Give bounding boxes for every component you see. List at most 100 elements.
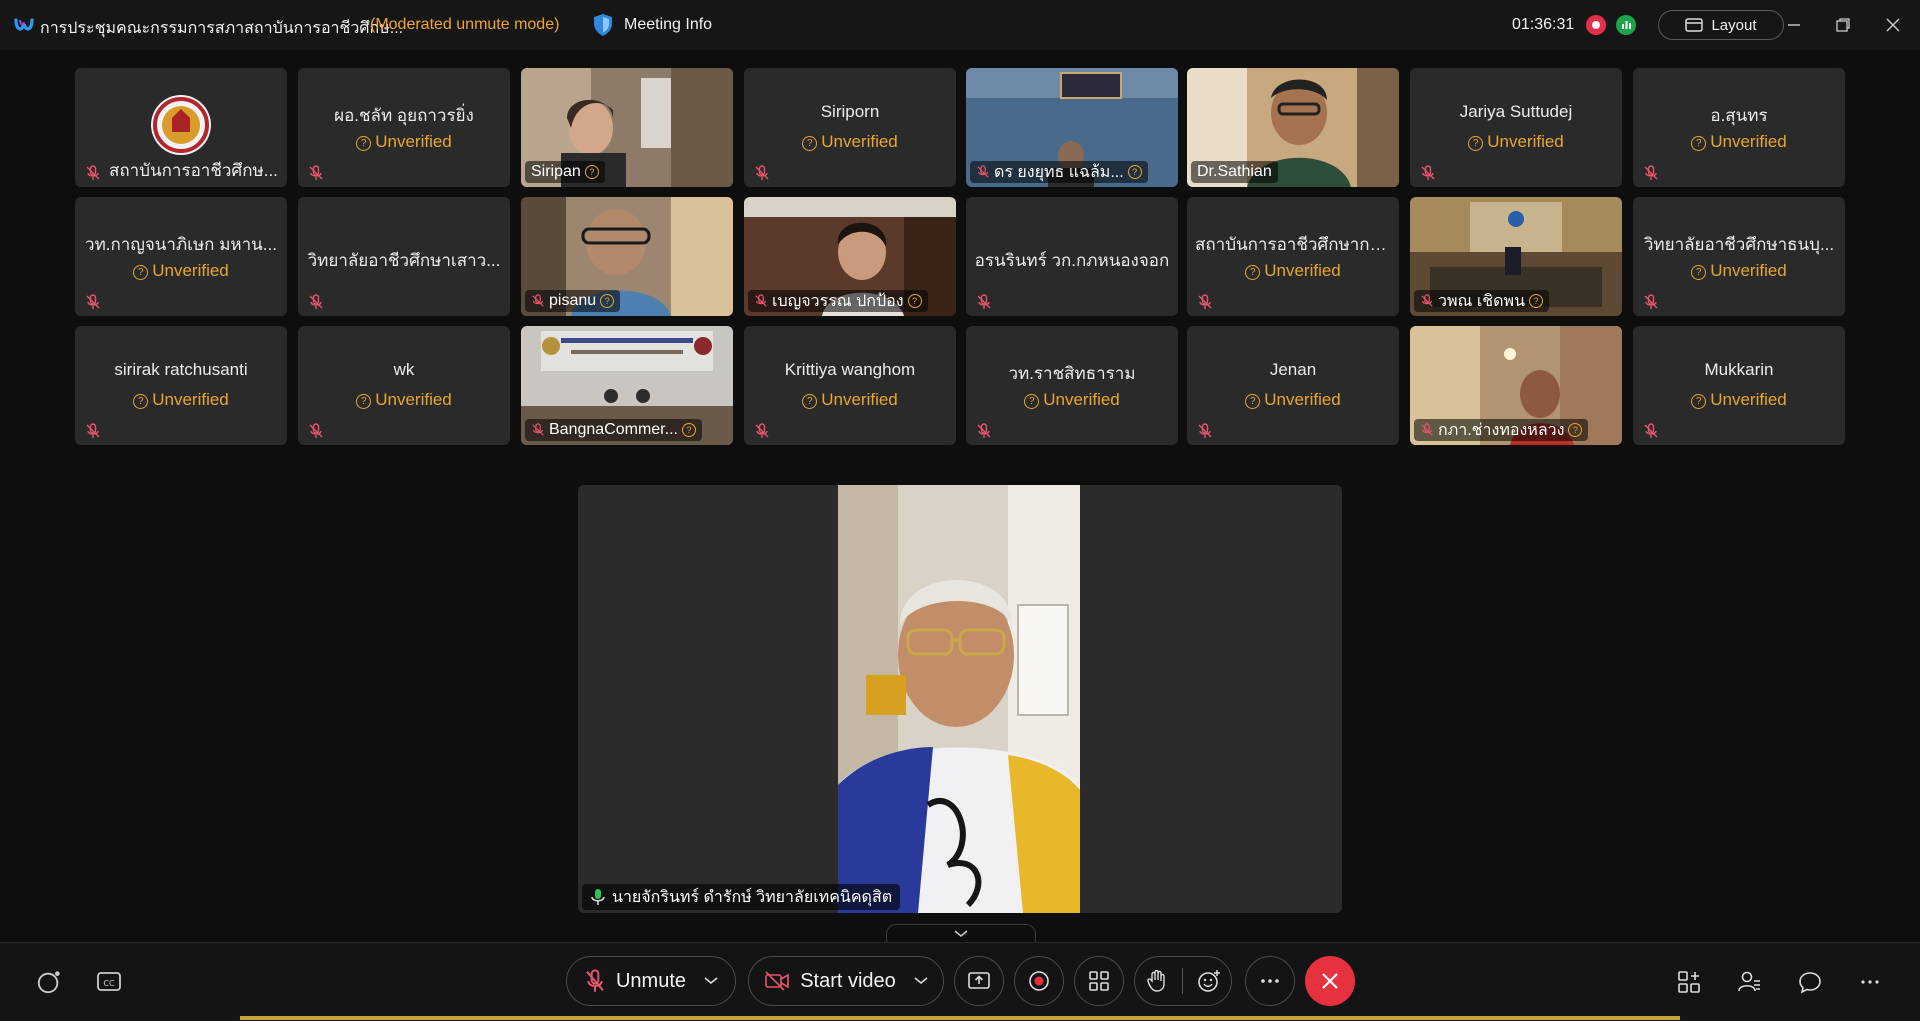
unverified-badge: ? Unverified bbox=[1187, 261, 1399, 281]
participant-tile[interactable]: Krittiya wanghom ? Unverified bbox=[744, 326, 956, 445]
meeting-info-button[interactable]: Meeting Info bbox=[592, 12, 712, 38]
reaction-icon[interactable] bbox=[1197, 969, 1221, 993]
unverified-icon: ? bbox=[1468, 136, 1484, 151]
participant-name: วท.กาญจนาภิเษก มหาน... bbox=[85, 235, 277, 254]
participant-video-tile[interactable]: วพณ เชิดพน ? bbox=[1410, 197, 1622, 316]
unverified-badge: ? Unverified bbox=[1633, 132, 1845, 152]
stats-icon[interactable] bbox=[1616, 15, 1636, 35]
mic-off-icon bbox=[1421, 165, 1435, 180]
layout-label: Layout bbox=[1711, 16, 1757, 34]
apps-icon[interactable] bbox=[1676, 969, 1702, 995]
collapse-toolbar-tab[interactable] bbox=[886, 924, 1036, 943]
chat-icon[interactable] bbox=[1797, 969, 1823, 995]
participant-label: เบญจวรรณ ปกป้อง ? bbox=[748, 290, 928, 312]
close-icon[interactable] bbox=[1878, 10, 1908, 40]
unverified-badge: ? Unverified bbox=[1633, 390, 1845, 410]
participant-name: Krittiya wanghom bbox=[784, 360, 916, 379]
mic-off-icon bbox=[977, 423, 991, 438]
participant-video-tile[interactable]: เบญจวรรณ ปกป้อง ? bbox=[744, 197, 956, 316]
participant-label: วพณ เชิดพน ? bbox=[1414, 290, 1550, 312]
participant-label: ดร ยงยุทธ แฉล้ม... ? bbox=[970, 161, 1148, 183]
record-button[interactable] bbox=[1014, 956, 1064, 1006]
participant-tile[interactable]: Siriporn ? Unverified bbox=[744, 68, 956, 187]
unverified-badge: ? Unverified bbox=[744, 390, 956, 410]
unverified-badge: ? Unverified bbox=[298, 132, 510, 152]
participant-tile[interactable]: วิทยาลัยอาชีวศึกษาธนบุ... ? Unverified bbox=[1633, 197, 1845, 316]
participant-video-tile[interactable]: กภา.ช่างทองหลวง ? bbox=[1410, 326, 1622, 445]
start-video-label: Start video bbox=[800, 969, 896, 992]
participant-video-tile[interactable]: Siripan ? bbox=[521, 68, 733, 187]
unverified-badge: ? Unverified bbox=[1633, 261, 1845, 281]
participant-video-tile[interactable]: BangnaCommer... ? bbox=[521, 326, 733, 445]
end-call-icon bbox=[1322, 973, 1338, 989]
unverified-icon: ? bbox=[356, 394, 372, 409]
captions-icon[interactable]: CC bbox=[96, 969, 122, 995]
participant-tile[interactable]: Mukkarin ? Unverified bbox=[1633, 326, 1845, 445]
unverified-icon: ? bbox=[1245, 394, 1261, 409]
participant-video-tile[interactable]: ดร ยงยุทธ แฉล้ม... ? bbox=[966, 68, 1178, 187]
unverified-icon: ? bbox=[133, 265, 149, 280]
participant-name: Siriporn bbox=[820, 102, 880, 121]
participant-name: อ.สุนทร bbox=[1710, 106, 1768, 125]
grid-icon bbox=[1089, 971, 1109, 991]
participant-tile[interactable]: สถาบันการอาชีวศึกษากรุ... ? Unverified bbox=[1187, 197, 1399, 316]
mic-off-icon bbox=[1421, 423, 1433, 436]
active-speaker-label: นายจักรินทร์ ดำรักษ์ วิทยาลัยเทคนิคดุสิต bbox=[582, 884, 901, 910]
participant-name: วิทยาลัยอาชีวศึกษาเสาว... bbox=[307, 251, 501, 270]
active-speaker-stage[interactable]: นายจักรินทร์ ดำรักษ์ วิทยาลัยเทคนิคดุสิต bbox=[578, 485, 1342, 913]
participant-label: Dr.Sathian bbox=[1191, 161, 1278, 183]
participant-tile[interactable]: Jenan ? Unverified bbox=[1187, 326, 1399, 445]
unverified-icon: ? bbox=[802, 394, 818, 409]
participant-tile[interactable]: อรนรินทร์ วก.กภหนองจอก bbox=[966, 197, 1178, 316]
shield-icon bbox=[594, 14, 612, 36]
participant-tile[interactable]: วิทยาลัยอาชีวศึกษาเสาว... bbox=[298, 197, 510, 316]
mic-off-icon bbox=[532, 294, 544, 307]
participant-name: Jenan bbox=[1269, 360, 1317, 379]
mic-off-icon bbox=[1421, 294, 1433, 307]
more-icon[interactable] bbox=[1857, 969, 1883, 995]
participant-tile[interactable]: Jariya Suttudej ? Unverified bbox=[1410, 68, 1622, 187]
participant-tile[interactable]: อ.สุนทร ? Unverified bbox=[1633, 68, 1845, 187]
mic-off-icon bbox=[1198, 294, 1212, 309]
participant-name: อรนรินทร์ วก.กภหนองจอก bbox=[974, 251, 1170, 270]
divider bbox=[1181, 968, 1183, 994]
restore-icon[interactable] bbox=[1828, 10, 1858, 40]
unverified-icon: ? bbox=[1691, 136, 1707, 151]
assistant-icon[interactable] bbox=[36, 969, 62, 995]
unverified-icon: ? bbox=[133, 394, 149, 409]
share-button[interactable] bbox=[954, 956, 1004, 1006]
unverified-icon: ? bbox=[802, 136, 818, 151]
share-icon bbox=[968, 972, 990, 989]
meeting-control-bar: CC Unmute Start video bbox=[0, 942, 1920, 1021]
hand-icon[interactable] bbox=[1146, 969, 1168, 993]
participant-video-tile[interactable]: pisanu ? bbox=[521, 197, 733, 316]
unverified-icon: ? bbox=[1691, 394, 1707, 409]
participant-tile[interactable]: สถาบันการอาชีวศึกษ... bbox=[75, 68, 287, 187]
participant-tile[interactable]: wk ? Unverified bbox=[298, 326, 510, 445]
meeting-info-label: Meeting Info bbox=[624, 16, 713, 33]
svg-text:CC: CC bbox=[103, 979, 115, 988]
participant-tile[interactable]: วท.ราชสิทธาราม ? Unverified bbox=[966, 326, 1178, 445]
mic-off-icon bbox=[86, 165, 100, 180]
participant-tile[interactable]: sirirak ratchusanti ? Unverified bbox=[75, 326, 287, 445]
view-grid-button[interactable] bbox=[1074, 956, 1124, 1006]
participant-tile[interactable]: วท.กาญจนาภิเษก มหาน... ? Unverified bbox=[75, 197, 287, 316]
start-video-button[interactable]: Start video bbox=[748, 956, 944, 1006]
participants-icon[interactable] bbox=[1736, 969, 1762, 995]
participant-video-tile[interactable]: Dr.Sathian bbox=[1187, 68, 1399, 187]
unverified-badge: ? Unverified bbox=[1187, 390, 1399, 410]
participant-name: Dr.Sathian bbox=[1197, 163, 1272, 180]
mic-off-icon bbox=[1198, 423, 1212, 438]
record-icon[interactable] bbox=[1586, 15, 1606, 35]
unmute-button[interactable]: Unmute bbox=[566, 956, 736, 1006]
participant-tile[interactable]: ผอ.ชลัท อุยถาวรยิ่ง ? Unverified bbox=[298, 68, 510, 187]
participant-name: sirirak ratchusanti bbox=[114, 360, 248, 379]
more-options-button[interactable] bbox=[1245, 956, 1295, 1006]
mic-off-icon bbox=[755, 423, 769, 438]
layout-button[interactable]: Layout bbox=[1658, 10, 1784, 40]
leave-meeting-button[interactable] bbox=[1305, 956, 1355, 1006]
participant-name: สถาบันการอาชีวศึกษ... bbox=[109, 161, 278, 180]
unverified-badge: ? Unverified bbox=[966, 390, 1178, 410]
minimize-icon[interactable] bbox=[1779, 10, 1809, 40]
mic-off-icon bbox=[755, 165, 769, 180]
